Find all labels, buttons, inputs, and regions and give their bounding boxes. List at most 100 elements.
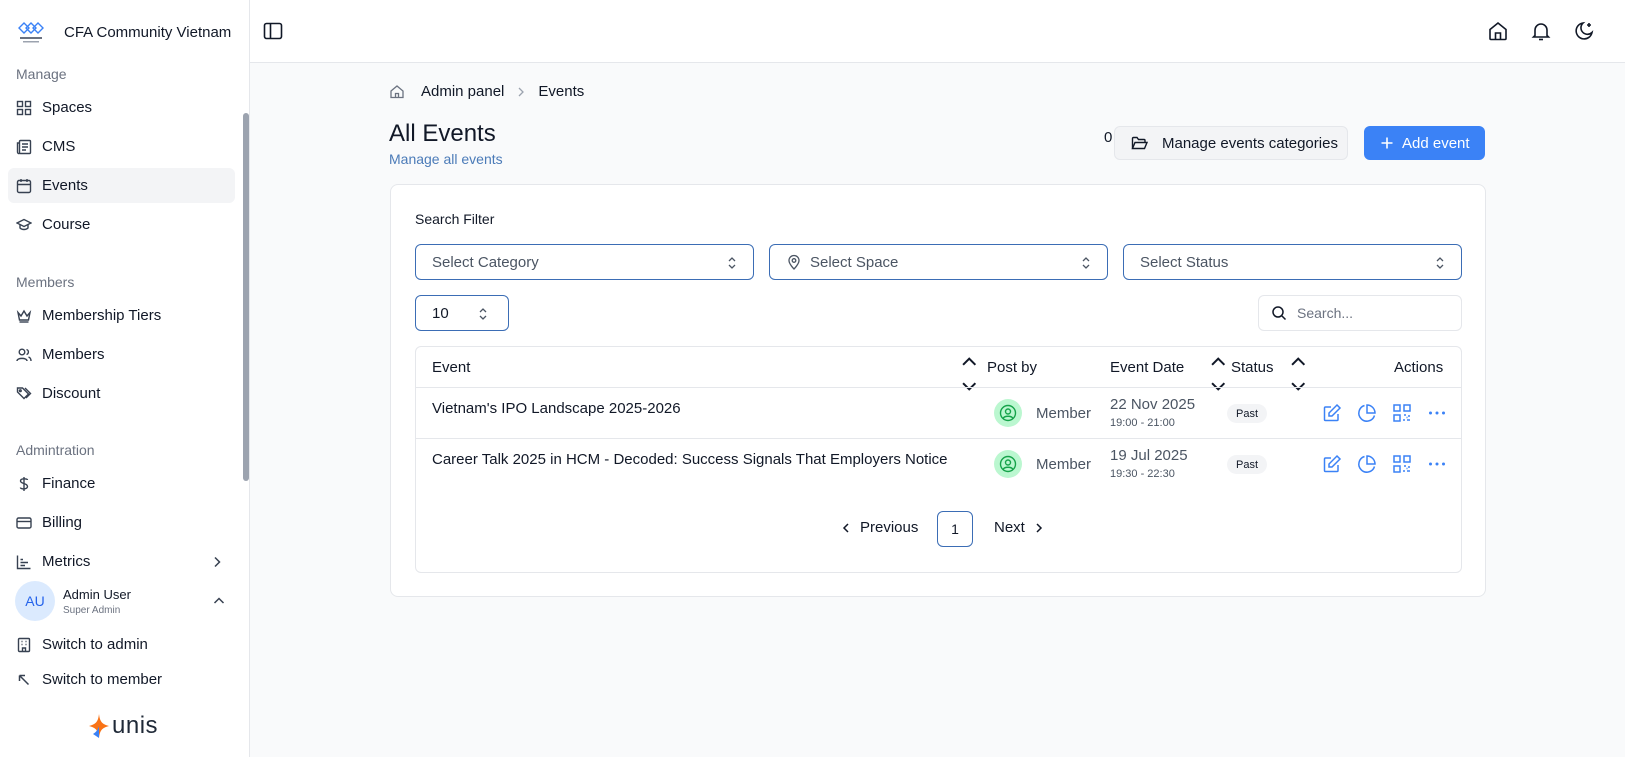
section-label-members: Members bbox=[16, 274, 75, 290]
sidebar-item-members[interactable]: Members bbox=[8, 337, 235, 372]
manage-events-categories-label: Manage events categories bbox=[1162, 134, 1338, 152]
user-name: Admin User bbox=[63, 586, 131, 602]
powered-by-logo: unis bbox=[88, 712, 158, 740]
next-page-button[interactable]: Next bbox=[994, 519, 1045, 536]
sidebar-item-label: Discount bbox=[42, 385, 101, 402]
event-title[interactable]: Career Talk 2025 in HCM - Decoded: Succe… bbox=[432, 451, 948, 468]
edit-icon[interactable] bbox=[1322, 403, 1342, 423]
cfa-logo-icon bbox=[18, 22, 44, 43]
post-by-label: Member bbox=[1036, 455, 1092, 473]
breadcrumb-admin-panel[interactable]: Admin panel bbox=[421, 83, 504, 100]
add-event-button[interactable]: Add event bbox=[1364, 126, 1485, 160]
user-menu[interactable]: AU Admin User Super Admin bbox=[15, 581, 235, 621]
qr-code-icon[interactable] bbox=[1392, 454, 1412, 474]
status-badge: Past bbox=[1227, 404, 1268, 423]
search-filter-title: Search Filter bbox=[415, 211, 495, 227]
tags-icon bbox=[16, 386, 32, 399]
sidebar: CFA Community Vietnam Manage Spaces CMS … bbox=[0, 0, 250, 757]
sidebar-item-events[interactable]: Events bbox=[8, 168, 235, 203]
chevron-right-icon bbox=[518, 87, 525, 96]
chevrons-up-down-icon bbox=[728, 257, 736, 269]
breadcrumb: Admin panel Events bbox=[389, 83, 584, 100]
brand[interactable]: CFA Community Vietnam bbox=[16, 18, 231, 46]
column-label: Actions bbox=[1394, 358, 1444, 376]
column-header-status: Status bbox=[1231, 347, 1274, 387]
sidebar-item-finance[interactable]: Finance bbox=[8, 466, 235, 501]
event-title[interactable]: Vietnam's IPO Landscape 2025-2026 bbox=[432, 400, 681, 417]
sidebar-toggle-icon[interactable] bbox=[262, 20, 284, 42]
manage-events-categories-button[interactable]: Manage events categories bbox=[1114, 126, 1348, 160]
event-time: 19:00 - 21:00 bbox=[1110, 417, 1175, 429]
bell-icon[interactable] bbox=[1530, 20, 1552, 42]
calendar-icon bbox=[16, 178, 32, 193]
search-box bbox=[1258, 295, 1462, 331]
breadcrumb-events: Events bbox=[538, 83, 585, 100]
events-card: Search Filter Select Category Select Spa… bbox=[390, 184, 1486, 597]
chevrons-up-down-icon bbox=[1082, 257, 1090, 269]
column-label: Event Date bbox=[1110, 358, 1185, 376]
event-date: 22 Nov 2025 bbox=[1110, 396, 1196, 413]
qr-code-icon[interactable] bbox=[1392, 403, 1412, 423]
section-label-administration: Admintration bbox=[16, 442, 95, 458]
switch-to-member-button[interactable]: Switch to member bbox=[8, 662, 235, 697]
user-role: Super Admin bbox=[63, 604, 121, 616]
search-icon bbox=[1272, 306, 1287, 321]
sidebar-item-label: CMS bbox=[42, 138, 76, 155]
sidebar-item-label: Metrics bbox=[42, 553, 91, 570]
page-title: All Events bbox=[389, 120, 496, 147]
chevron-left-icon bbox=[842, 522, 849, 533]
next-label: Next bbox=[994, 519, 1025, 536]
users-icon bbox=[16, 348, 32, 361]
more-horizontal-icon[interactable] bbox=[1427, 403, 1447, 423]
sidebar-item-metrics[interactable]: Metrics bbox=[8, 544, 235, 579]
crown-icon bbox=[16, 309, 32, 323]
sidebar-item-label: Events bbox=[42, 177, 88, 194]
folder-open-icon bbox=[1131, 136, 1148, 149]
sort-event-icon[interactable] bbox=[960, 354, 978, 394]
building-icon bbox=[17, 637, 31, 652]
home-small-icon[interactable] bbox=[389, 84, 405, 100]
chevron-up-icon bbox=[213, 597, 225, 604]
home-icon[interactable] bbox=[1487, 20, 1509, 42]
sort-date-icon[interactable] bbox=[1209, 354, 1227, 394]
sidebar-item-label: Finance bbox=[42, 475, 96, 492]
sidebar-item-spaces[interactable]: Spaces bbox=[8, 90, 235, 125]
category-select[interactable]: Select Category bbox=[415, 244, 754, 280]
sidebar-scrollbar[interactable] bbox=[243, 113, 249, 481]
edit-icon[interactable] bbox=[1322, 454, 1342, 474]
sidebar-item-billing[interactable]: Billing bbox=[8, 505, 235, 540]
page-size-value: 10 bbox=[432, 304, 449, 322]
previous-label: Previous bbox=[860, 519, 919, 536]
space-select-value: Select Space bbox=[810, 253, 899, 271]
sidebar-item-course[interactable]: Course bbox=[8, 207, 235, 242]
powered-by-text: unis bbox=[112, 712, 159, 739]
switch-to-admin-button[interactable]: Switch to admin bbox=[8, 627, 235, 662]
pie-chart-icon[interactable] bbox=[1357, 403, 1377, 423]
event-date: 19 Jul 2025 bbox=[1110, 447, 1188, 464]
page-size-select[interactable]: 10 bbox=[415, 295, 509, 331]
topbar bbox=[250, 0, 1625, 63]
page-number-button[interactable]: 1 bbox=[937, 511, 973, 547]
sidebar-item-discount[interactable]: Discount bbox=[8, 376, 235, 411]
theme-toggle-icon[interactable] bbox=[1573, 20, 1595, 42]
sort-status-icon[interactable] bbox=[1289, 354, 1307, 394]
column-header-event-date: Event Date bbox=[1110, 347, 1184, 387]
switch-to-member-label: Switch to member bbox=[42, 671, 163, 688]
page-subtitle: Manage all events bbox=[389, 151, 503, 167]
sidebar-item-cms[interactable]: CMS bbox=[8, 129, 235, 164]
pie-chart-icon[interactable] bbox=[1357, 454, 1377, 474]
user-circle-icon bbox=[994, 399, 1022, 427]
newspaper-icon bbox=[16, 139, 32, 154]
status-select-value: Select Status bbox=[1140, 253, 1229, 271]
column-label: Event bbox=[432, 358, 471, 376]
sidebar-item-membership-tiers[interactable]: Membership Tiers bbox=[8, 298, 235, 333]
status-select[interactable]: Select Status bbox=[1123, 244, 1462, 280]
space-select[interactable]: Select Space bbox=[769, 244, 1108, 280]
column-header-actions: Actions bbox=[1394, 347, 1443, 387]
previous-page-button[interactable]: Previous bbox=[840, 519, 918, 536]
chevron-right-icon bbox=[1036, 522, 1042, 533]
dollar-icon bbox=[19, 476, 29, 491]
more-horizontal-icon[interactable] bbox=[1427, 454, 1447, 474]
search-input[interactable] bbox=[1297, 305, 1447, 321]
divider bbox=[416, 438, 1461, 439]
